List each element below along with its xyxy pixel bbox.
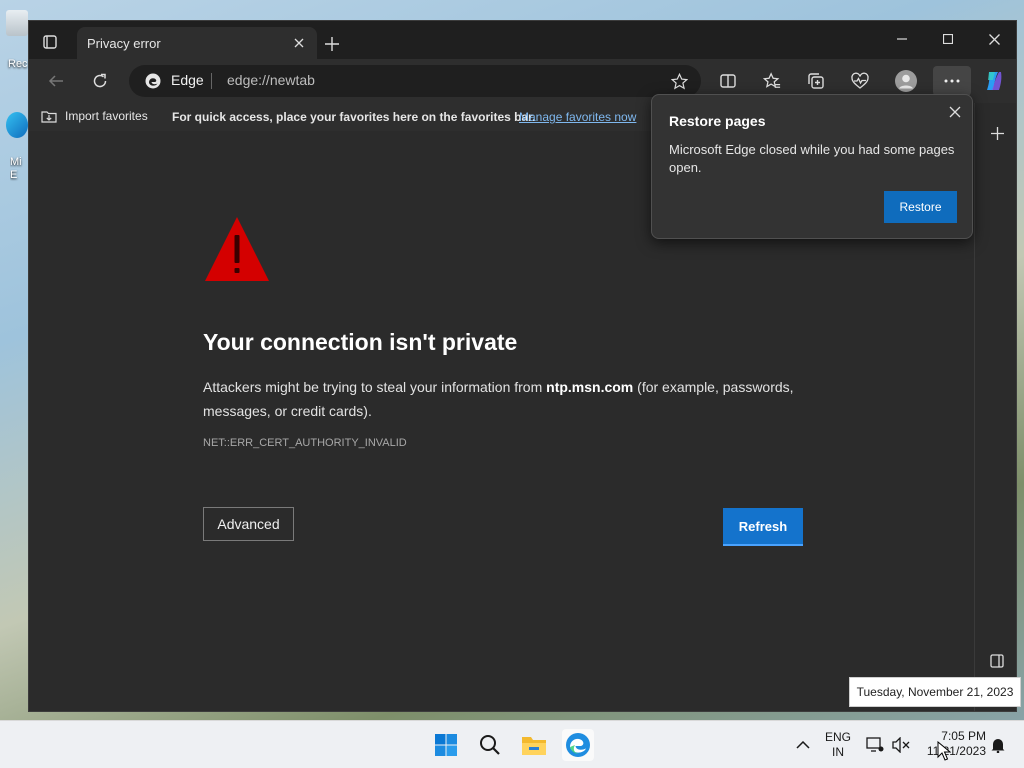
volume-muted-icon bbox=[892, 737, 910, 753]
collections-icon bbox=[808, 73, 824, 89]
favorites-hint: For quick access, place your favorites h… bbox=[172, 110, 536, 124]
error-host: ntp.msn.com bbox=[546, 379, 634, 395]
import-favorites-label: Import favorites bbox=[65, 109, 148, 123]
date-tooltip: Tuesday, November 21, 2023 bbox=[849, 677, 1021, 707]
browser-essentials-button[interactable] bbox=[845, 67, 875, 95]
split-screen-button[interactable] bbox=[713, 67, 743, 95]
warning-triangle-icon bbox=[205, 217, 269, 281]
address-bar[interactable]: Edge edge://newtab bbox=[129, 65, 701, 97]
add-favorite-button[interactable] bbox=[669, 71, 689, 91]
edge-logo-icon bbox=[145, 73, 161, 89]
split-screen-icon bbox=[720, 74, 736, 88]
hide-sidebar-button[interactable] bbox=[987, 651, 1007, 671]
tab-title: Privacy error bbox=[87, 36, 161, 51]
settings-more-button[interactable] bbox=[933, 66, 971, 96]
recycle-bin-icon bbox=[6, 10, 28, 36]
desktop-icon-edge[interactable] bbox=[6, 112, 30, 138]
clock-time: 7:05 PM bbox=[941, 729, 986, 743]
advanced-button[interactable]: Advanced bbox=[203, 507, 294, 541]
manage-favorites-link[interactable]: Manage favorites now bbox=[519, 110, 636, 124]
restore-popup-close-button[interactable] bbox=[946, 103, 964, 121]
desktop-icon-recycle-bin[interactable] bbox=[6, 10, 30, 36]
bell-icon bbox=[991, 739, 1005, 753]
tab-close-button[interactable] bbox=[291, 35, 307, 51]
restore-button[interactable]: Restore bbox=[884, 191, 957, 223]
minimize-icon bbox=[897, 38, 907, 40]
error-description: Attackers might be trying to steal your … bbox=[203, 375, 813, 423]
edge-sidebar bbox=[974, 103, 1016, 711]
language-code: ENG bbox=[824, 730, 851, 744]
refresh-page-button[interactable]: Refresh bbox=[723, 508, 803, 546]
notifications-button[interactable] bbox=[986, 729, 1010, 761]
plus-icon bbox=[990, 126, 1004, 140]
chevron-up-icon bbox=[796, 741, 810, 749]
start-button[interactable] bbox=[430, 729, 462, 761]
tab-privacy-error[interactable]: Privacy error bbox=[77, 27, 317, 59]
edge-taskbar-button[interactable] bbox=[562, 729, 594, 761]
omnibox-brand: Edge bbox=[171, 72, 204, 88]
favorites-star-icon bbox=[763, 72, 781, 88]
restore-popup-message: Microsoft Edge closed while you had some… bbox=[669, 142, 955, 175]
clock-date: 11/21/2023 bbox=[926, 744, 986, 758]
desktop-label-recycle-bin: Rec bbox=[8, 58, 28, 70]
show-hidden-icons-button[interactable] bbox=[788, 729, 818, 761]
refresh-button[interactable] bbox=[85, 67, 115, 95]
folder-icon bbox=[522, 737, 546, 755]
back-button[interactable] bbox=[41, 67, 71, 95]
import-icon bbox=[41, 111, 57, 123]
edge-icon bbox=[566, 733, 590, 757]
network-icon bbox=[866, 737, 884, 752]
refresh-icon bbox=[93, 73, 107, 88]
desktop-label-edge: Mi E bbox=[10, 156, 22, 181]
clock[interactable]: 7:05 PM 11/21/2023 bbox=[920, 729, 986, 759]
star-icon bbox=[670, 72, 688, 90]
omnibox-url[interactable]: edge://newtab bbox=[227, 72, 315, 88]
new-tab-button[interactable] bbox=[321, 33, 343, 55]
error-code: NET::ERR_CERT_AUTHORITY_INVALID bbox=[203, 437, 407, 449]
tab-actions-button[interactable] bbox=[39, 31, 61, 53]
search-icon bbox=[480, 735, 500, 755]
collections-button[interactable] bbox=[801, 67, 831, 95]
copilot-icon bbox=[987, 72, 1002, 90]
tab-actions-icon bbox=[43, 35, 57, 49]
heartbeat-icon bbox=[851, 72, 869, 89]
minimize-button[interactable] bbox=[879, 25, 925, 53]
restore-pages-popup: Restore pages Microsoft Edge closed whil… bbox=[651, 94, 973, 239]
title-bar: Privacy error bbox=[29, 21, 1016, 59]
search-button[interactable] bbox=[474, 729, 506, 761]
error-title: Your connection isn't private bbox=[203, 329, 518, 355]
maximize-button[interactable] bbox=[925, 25, 971, 53]
arrow-left-icon bbox=[48, 75, 63, 87]
copilot-button[interactable] bbox=[979, 67, 1009, 95]
restore-popup-title: Restore pages bbox=[669, 113, 766, 129]
maximize-icon bbox=[943, 34, 953, 44]
plus-icon bbox=[325, 37, 339, 51]
language-region: IN bbox=[832, 745, 844, 759]
network-button[interactable] bbox=[862, 729, 888, 761]
close-window-button[interactable] bbox=[971, 25, 1016, 53]
omnibox-separator bbox=[211, 73, 212, 89]
import-favorites-button[interactable]: Import favorites bbox=[41, 109, 148, 123]
close-icon bbox=[988, 33, 1000, 45]
close-icon bbox=[294, 38, 304, 48]
language-indicator[interactable]: ENG IN bbox=[822, 730, 854, 760]
ellipsis-icon bbox=[944, 79, 960, 83]
volume-button[interactable] bbox=[888, 729, 914, 761]
close-icon bbox=[949, 106, 961, 118]
sidebar-add-button[interactable] bbox=[987, 123, 1007, 143]
favorites-button[interactable] bbox=[757, 67, 787, 95]
sidebar-panel-icon bbox=[990, 654, 1004, 668]
profile-button[interactable] bbox=[891, 67, 921, 95]
taskbar: ENG IN 7:05 PM 11/21/2023 bbox=[0, 720, 1024, 768]
edge-shortcut-icon bbox=[6, 112, 28, 138]
mouse-cursor-icon bbox=[937, 741, 951, 761]
file-explorer-button[interactable] bbox=[518, 729, 550, 761]
error-desc-prefix: Attackers might be trying to steal your … bbox=[203, 379, 547, 395]
avatar-icon bbox=[895, 70, 917, 92]
windows-logo-icon bbox=[435, 734, 457, 756]
